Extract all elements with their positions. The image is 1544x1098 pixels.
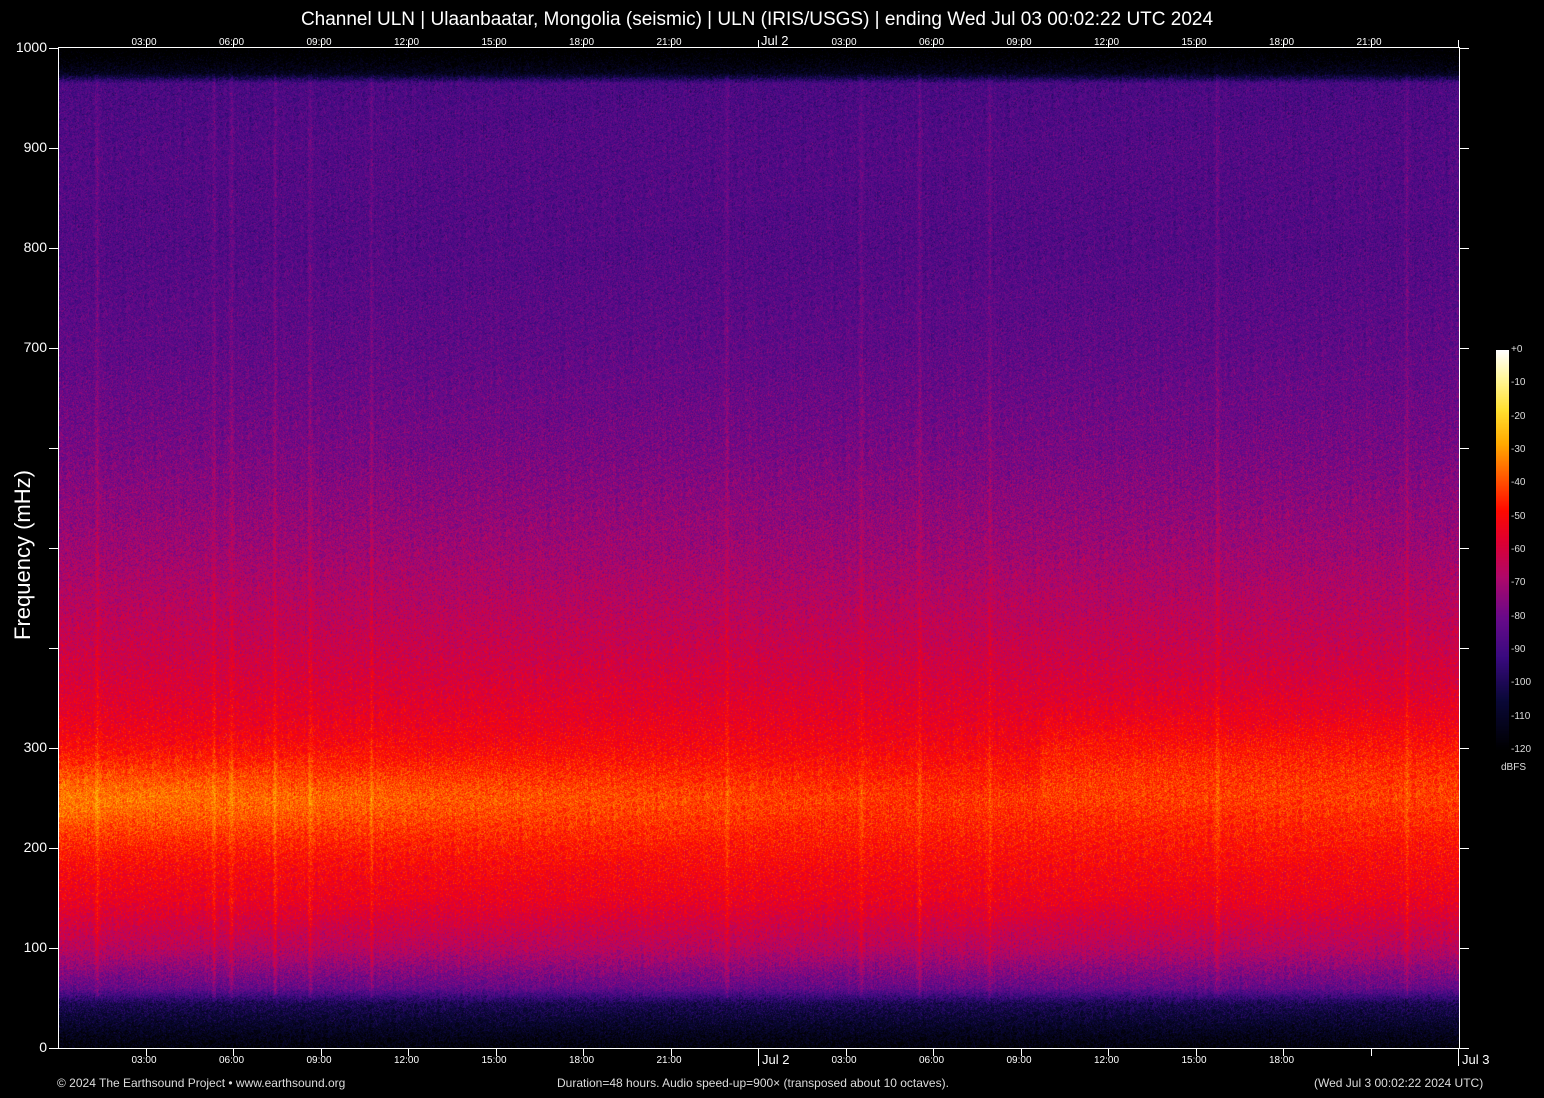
x-tick-label-top: 18:00 (569, 37, 595, 48)
x-tick-label-top: Jul 2 (761, 33, 789, 48)
y-tick-right (1459, 148, 1469, 149)
y-tick-label: 200 (23, 839, 47, 855)
x-tick-label-top: 03:00 (831, 37, 857, 48)
y-tick-right (1459, 648, 1469, 649)
x-tick-label-bottom: 15:00 (481, 1055, 507, 1066)
x-tick-label-top: 06:00 (219, 37, 245, 48)
x-tick-label-bottom: 18:00 (1269, 1055, 1295, 1066)
y-axis-title: Frequency (mHz) (10, 470, 35, 640)
y-tick-label: 1000 (15, 39, 47, 55)
y-tick-right (1459, 848, 1469, 849)
y-tick-label: 900 (23, 139, 47, 155)
x-tick-label-top: 09:00 (306, 37, 332, 48)
y-tick-right (1459, 1048, 1469, 1049)
y-tick (49, 648, 59, 649)
x-tick-label-top: 15:00 (481, 37, 507, 48)
x-tick-label-bottom: 09:00 (306, 1055, 332, 1066)
duration-text: Duration=48 hours. Audio speed-up=900× (… (557, 1076, 949, 1090)
x-tick-top (1458, 40, 1459, 48)
x-tick-label-top: 15:00 (1181, 37, 1207, 48)
y-tick (49, 1048, 59, 1049)
x-tick-label-bottom: 18:00 (569, 1055, 595, 1066)
x-tick-label-bottom: 06:00 (919, 1055, 945, 1066)
y-tick-label: 100 (23, 939, 47, 955)
y-tick (49, 848, 59, 849)
x-tick-bottom (1370, 1048, 1372, 1056)
x-tick-label-top: 09:00 (1006, 37, 1032, 48)
x-tick-label-bottom: 09:00 (1006, 1055, 1032, 1066)
colorbar-tick-label: -20 (1511, 410, 1526, 422)
x-tick-label-bottom: 06:00 (219, 1055, 245, 1066)
colorbar-unit: dBFS (1501, 762, 1527, 773)
x-tick-label-bottom: 12:00 (1094, 1055, 1120, 1066)
x-tick-label-bottom: Jul 3 (1462, 1052, 1490, 1067)
copyright-text: © 2024 The Earthsound Project • www.eart… (57, 1076, 346, 1090)
y-tick (49, 948, 59, 949)
y-tick-right (1459, 748, 1469, 749)
colorbar-tick-label: -110 (1511, 710, 1531, 722)
y-tick-label: 300 (23, 739, 47, 755)
x-tick-top (758, 40, 759, 48)
y-tick-right (1459, 48, 1469, 49)
x-tick-label-bottom: 15:00 (1181, 1055, 1207, 1066)
x-tick-label-bottom: 12:00 (394, 1055, 420, 1066)
x-tick-bottom (1458, 1048, 1459, 1066)
chart-title: Channel ULN | Ulaanbaatar, Mongolia (sei… (300, 9, 1214, 30)
colorbar-tick-label: -80 (1511, 610, 1526, 622)
colorbar-tick-label: -50 (1511, 510, 1526, 522)
colorbar-tick-label: +0 (1511, 344, 1523, 355)
y-tick (49, 748, 59, 749)
x-tick-label-top: 12:00 (394, 37, 420, 48)
colorbar-tick-label: -90 (1511, 644, 1526, 655)
colorbar (1496, 350, 1509, 750)
x-tick-label-top: 18:00 (1269, 37, 1295, 48)
timestamp-text: (Wed Jul 3 00:02:22 2024 UTC) (1314, 1076, 1484, 1090)
y-tick-right (1459, 948, 1469, 949)
y-tick-right (1459, 548, 1469, 549)
y-tick-right (1459, 348, 1469, 349)
x-tick-label-top: 03:00 (131, 37, 157, 48)
colorbar-tick-label: -10 (1511, 377, 1526, 389)
y-tick-right (1459, 448, 1469, 449)
y-tick-label: 700 (23, 339, 47, 355)
colorbar-tick-label: -100 (1511, 677, 1532, 689)
x-tick-bottom (758, 1048, 759, 1066)
y-tick (49, 348, 59, 349)
y-tick (49, 548, 59, 549)
x-tick-label-bottom: 03:00 (831, 1055, 857, 1066)
x-tick-label-top: 21:00 (656, 37, 682, 48)
y-tick (49, 248, 59, 249)
colorbar-tick-label: -30 (1511, 444, 1526, 455)
spectrogram-plot (59, 48, 1459, 1048)
x-tick-label-bottom: Jul 2 (762, 1052, 790, 1067)
colorbar-tick-label: -120 (1511, 744, 1532, 755)
y-tick-label: 800 (23, 239, 47, 255)
x-tick-label-top: 21:00 (1356, 37, 1382, 48)
colorbar-tick-label: -70 (1511, 577, 1526, 589)
x-tick-label-top: 12:00 (1094, 37, 1120, 48)
y-tick (49, 48, 59, 49)
x-tick-label-bottom: 03:00 (131, 1055, 157, 1066)
colorbar-tick-label: -40 (1511, 477, 1526, 489)
y-tick-label: 0 (39, 1039, 47, 1055)
y-tick (49, 148, 59, 149)
x-tick-label-top: 06:00 (919, 37, 945, 48)
y-tick-right (1459, 248, 1469, 249)
y-tick (49, 448, 59, 449)
x-tick-label-bottom: 21:00 (656, 1055, 682, 1066)
colorbar-tick-label: -60 (1511, 544, 1526, 555)
